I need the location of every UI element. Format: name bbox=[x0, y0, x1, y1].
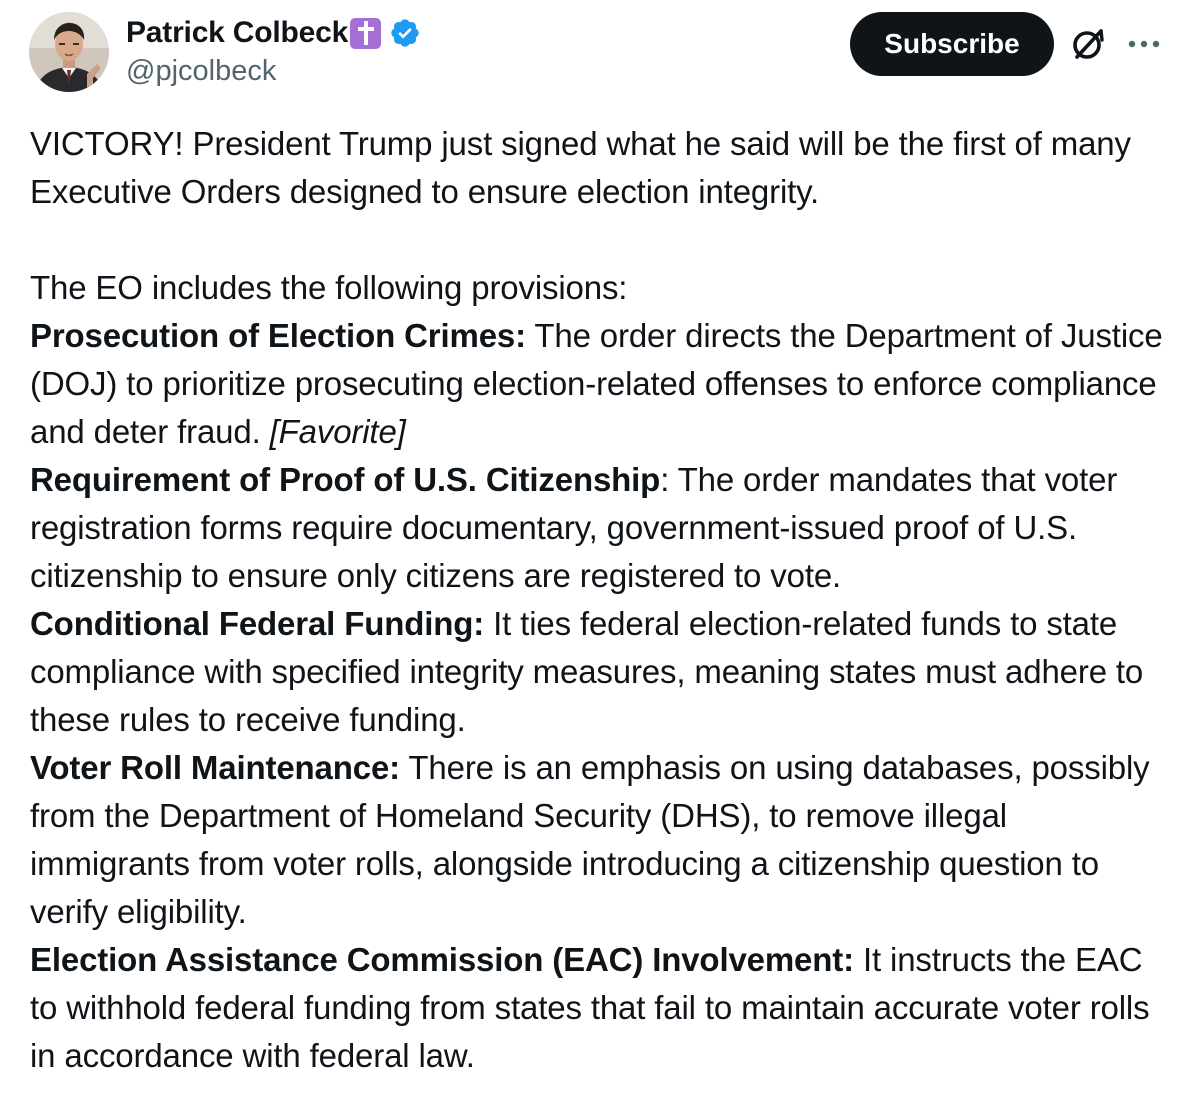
provision-item: Election Assistance Commission (EAC) Inv… bbox=[30, 936, 1170, 1080]
display-name[interactable]: Patrick Colbeck bbox=[126, 16, 348, 50]
provision-item: Voter Roll Maintenance: There is an emph… bbox=[30, 744, 1170, 936]
cross-emoji-icon bbox=[350, 17, 382, 49]
subscribe-button[interactable]: Subscribe bbox=[850, 12, 1054, 76]
provisions-lead: The EO includes the following provisions… bbox=[30, 269, 628, 306]
avatar[interactable] bbox=[29, 12, 109, 92]
tweet-text: VICTORY! President Trump just signed wha… bbox=[30, 120, 1170, 1080]
provision-title: Conditional Federal Funding: bbox=[30, 605, 485, 642]
user-handle[interactable]: @pjcolbeck bbox=[126, 55, 276, 88]
provision-title: Prosecution of Election Crimes: bbox=[30, 317, 526, 354]
verified-badge-icon[interactable] bbox=[389, 17, 421, 49]
provision-item: Requirement of Proof of U.S. Citizenship… bbox=[30, 456, 1170, 600]
provision-item: Prosecution of Election Crimes: The orde… bbox=[30, 312, 1170, 456]
more-options-icon[interactable] bbox=[1124, 33, 1164, 55]
tweet-intro: VICTORY! President Trump just signed wha… bbox=[30, 125, 1131, 210]
provision-note: [Favorite] bbox=[269, 413, 406, 450]
display-name-row: Patrick Colbeck bbox=[126, 14, 421, 52]
tweet-header: Patrick Colbeck @pjcolbeck Subscribe bbox=[0, 0, 1190, 110]
grok-icon[interactable] bbox=[1068, 24, 1108, 64]
provision-title: Voter Roll Maintenance: bbox=[30, 749, 400, 786]
provision-title: Requirement of Proof of U.S. Citizenship bbox=[30, 461, 661, 498]
provision-item: Conditional Federal Funding: It ties fed… bbox=[30, 600, 1170, 744]
avatar-portrait bbox=[29, 12, 109, 92]
provision-title: Election Assistance Commission (EAC) Inv… bbox=[30, 941, 854, 978]
